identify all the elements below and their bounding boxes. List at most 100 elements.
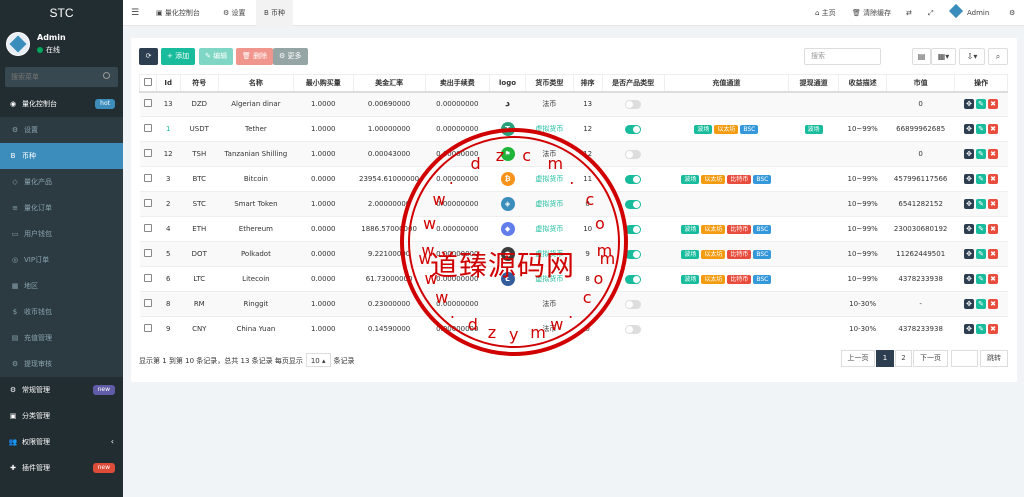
delete-icon[interactable]: ✖ — [988, 249, 999, 259]
drag-handle-icon[interactable]: ✥ — [964, 149, 975, 159]
product-type-toggle[interactable] — [625, 99, 642, 109]
export-button[interactable]: ⇩▾ — [959, 48, 985, 65]
sidebar-item[interactable]: ≡ 量化订单 — [0, 195, 123, 221]
drag-handle-icon[interactable]: ✥ — [964, 174, 975, 184]
column-header[interactable]: 最小购买量 — [292, 74, 354, 93]
sidebar-item[interactable]: B 币种 — [0, 143, 123, 169]
view-toggle-button[interactable]: ▤ — [912, 48, 931, 65]
row-select[interactable] — [139, 91, 157, 117]
row-select[interactable] — [139, 141, 157, 167]
table-row[interactable]: 1 USDT Tether 1.0000 1.00000000 0.00000000 ₮ 虚拟… — [139, 116, 1008, 142]
sidebar-item[interactable]: ◎ VIP订单 — [0, 247, 123, 273]
sidebar-item[interactable]: ◉ 量化控制台 hot — [0, 91, 123, 117]
column-header[interactable]: 排序 — [572, 74, 603, 93]
row-select[interactable] — [139, 116, 157, 142]
column-header[interactable]: 市值 — [886, 74, 956, 93]
settings-gear-icon[interactable]: ⚙ — [1009, 0, 1015, 26]
product-type-toggle[interactable] — [625, 274, 642, 284]
product-type-toggle[interactable] — [625, 224, 642, 234]
row-select[interactable] — [139, 216, 157, 242]
tab-dashboard[interactable]: ▣ 量化控制台 — [148, 0, 208, 26]
sidebar-item[interactable]: ▣ 分类管理 — [0, 403, 123, 429]
tab-currency[interactable]: B 币种 — [256, 0, 294, 26]
checkbox[interactable] — [143, 77, 152, 86]
row-checkbox[interactable] — [143, 274, 152, 282]
product-type-toggle[interactable] — [625, 249, 642, 259]
column-header[interactable]: 卖出手续费 — [424, 74, 491, 93]
prev-page-button[interactable]: 上一页 — [841, 350, 875, 367]
drag-handle-icon[interactable]: ✥ — [964, 199, 975, 209]
edit-icon[interactable]: ✎ — [976, 199, 987, 209]
column-header[interactable]: 收益描述 — [838, 74, 888, 93]
delete-icon[interactable]: ✖ — [988, 299, 999, 309]
drag-handle-icon[interactable]: ✥ — [964, 224, 975, 234]
menu-search-input[interactable] — [5, 67, 118, 87]
more-button[interactable]: ⚙ 更多 — [273, 48, 308, 65]
sidebar-item[interactable]: ⚙ 提现审核 — [0, 351, 123, 377]
drag-handle-icon[interactable]: ✥ — [964, 274, 975, 284]
delete-icon[interactable]: ✖ — [988, 149, 999, 159]
delete-button[interactable]: 🗑 删除 — [236, 48, 274, 65]
edit-button[interactable]: ✎ 编辑 — [199, 48, 234, 65]
edit-icon[interactable]: ✎ — [976, 224, 987, 234]
next-page-button[interactable]: 下一页 — [913, 350, 948, 367]
row-checkbox[interactable] — [143, 199, 152, 207]
delete-icon[interactable]: ✖ — [988, 199, 999, 209]
row-select[interactable] — [139, 266, 157, 292]
row-select[interactable] — [139, 241, 157, 267]
delete-icon[interactable]: ✖ — [988, 224, 999, 234]
delete-icon[interactable]: ✖ — [988, 324, 999, 335]
delete-icon[interactable]: ✖ — [988, 274, 999, 284]
drag-handle-icon[interactable]: ✥ — [964, 124, 975, 134]
sidebar-item[interactable]: 👥 权限管理 ‹ — [0, 429, 123, 455]
delete-icon[interactable]: ✖ — [988, 99, 999, 110]
drag-handle-icon[interactable]: ✥ — [964, 99, 975, 110]
column-header[interactable]: 是否产品类型 — [601, 74, 665, 93]
sidebar-item[interactable]: ▭ 用户钱包 — [0, 221, 123, 247]
product-type-toggle[interactable] — [625, 199, 642, 209]
column-header[interactable]: 美金汇率 — [352, 74, 426, 93]
column-header[interactable]: 提现通道 — [788, 74, 840, 93]
column-header[interactable]: 货币类型 — [524, 74, 574, 93]
drag-handle-icon[interactable]: ✥ — [964, 324, 975, 335]
row-checkbox[interactable] — [143, 299, 152, 307]
product-type-toggle[interactable] — [625, 149, 642, 159]
row-checkbox[interactable] — [143, 174, 152, 182]
sidebar-item[interactable]: ◇ 量化产品 — [0, 169, 123, 195]
row-select[interactable] — [139, 166, 157, 192]
admin-menu[interactable]: Admin — [948, 0, 989, 26]
menu-toggle-icon[interactable]: ☰ — [131, 0, 139, 26]
search-icon[interactable] — [103, 72, 110, 79]
sidebar-item[interactable]: $ 收币钱包 — [0, 299, 123, 325]
product-type-toggle[interactable] — [625, 174, 642, 184]
row-checkbox[interactable] — [143, 124, 152, 132]
row-checkbox[interactable] — [143, 249, 152, 257]
jump-button[interactable]: 跳转 — [980, 350, 1008, 367]
edit-icon[interactable]: ✎ — [976, 149, 987, 159]
edit-icon[interactable]: ✎ — [976, 299, 987, 309]
table-row[interactable]: 13 DZD Algerian dinar 1.0000 0.00690000 0.000… — [139, 91, 1008, 117]
edit-icon[interactable]: ✎ — [976, 99, 987, 110]
tab-settings[interactable]: ⚙ 设置 — [215, 0, 254, 26]
column-header[interactable]: 充值通道 — [663, 74, 790, 93]
product-type-toggle[interactable] — [625, 324, 642, 334]
translate-icon[interactable]: ⇄ — [906, 0, 912, 26]
home-link[interactable]: ⌂ 主页 — [815, 0, 836, 26]
edit-icon[interactable]: ✎ — [976, 274, 987, 284]
sidebar-item[interactable]: ⚙ 设置 — [0, 117, 123, 143]
column-header[interactable]: 操作 — [954, 74, 1008, 93]
edit-icon[interactable]: ✎ — [976, 249, 987, 259]
column-header[interactable]: Id — [155, 74, 181, 93]
table-search-input[interactable]: 搜索 — [804, 48, 881, 65]
row-checkbox[interactable] — [143, 324, 152, 333]
app-logo[interactable]: STC — [0, 0, 123, 26]
table-row[interactable]: 2 STC Smart Token 1.0000 2.00000000 0.0000000… — [139, 191, 1008, 217]
row-select[interactable] — [139, 291, 157, 317]
per-page-select[interactable]: 10 ▴ — [305, 353, 331, 367]
product-type-toggle[interactable] — [625, 124, 642, 134]
column-header[interactable]: 符号 — [179, 74, 219, 93]
drag-handle-icon[interactable]: ✥ — [964, 299, 975, 309]
columns-button[interactable]: ▦▾ — [931, 48, 956, 65]
column-header[interactable]: 名称 — [217, 74, 294, 93]
row-select[interactable] — [139, 316, 157, 342]
